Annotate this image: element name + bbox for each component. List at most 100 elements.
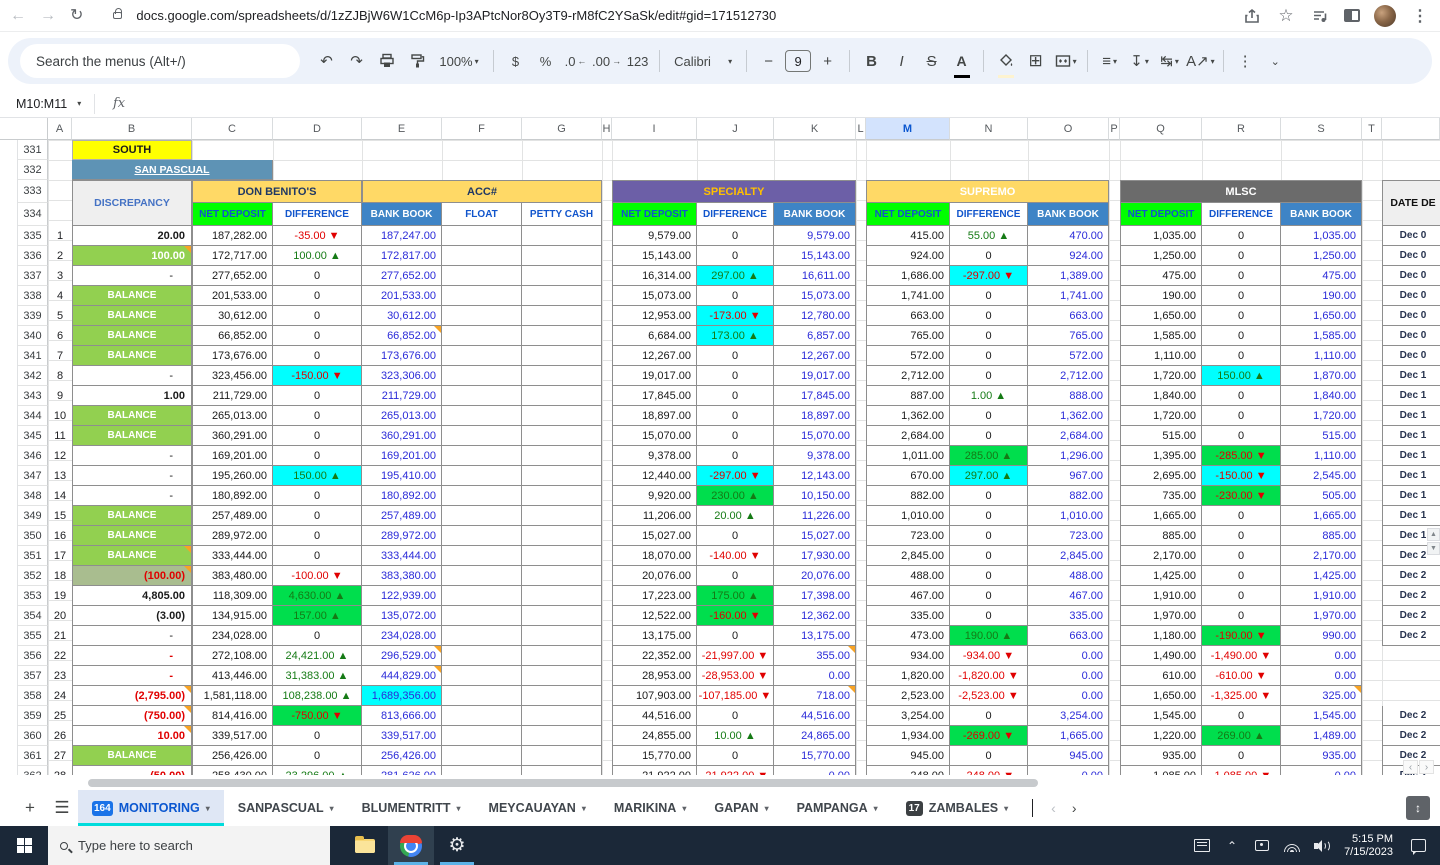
section-header-acc[interactable]: ACC# xyxy=(362,180,602,203)
cell-su-net-24[interactable]: 2,523.00 xyxy=(866,686,950,706)
cell-su-diff-1[interactable]: 55.00 ▲ xyxy=(950,226,1028,246)
cell-su-diff-17[interactable]: 0 xyxy=(950,546,1028,566)
section-header-don-benitos[interactable]: DON BENITO'S xyxy=(192,180,362,203)
news-widget-icon[interactable] xyxy=(1190,839,1214,852)
cell-ml-diff-20[interactable]: 0 xyxy=(1202,606,1281,626)
row-header-335[interactable]: 335 xyxy=(18,226,48,246)
cell-date-13[interactable]: Dec 1 xyxy=(1382,466,1440,486)
cell-sp-diff-3[interactable]: 297.00 ▲ xyxy=(697,266,774,286)
cell-petty-17[interactable] xyxy=(522,546,602,566)
cell-sp-bank-9[interactable]: 17,845.00 xyxy=(774,386,856,406)
cell-float-27[interactable] xyxy=(442,746,522,766)
cell-date-3[interactable]: Dec 0 xyxy=(1382,266,1440,286)
cell-sp-net-7[interactable]: 12,267.00 xyxy=(612,346,697,366)
cell-float-17[interactable] xyxy=(442,546,522,566)
cell-db-diff-14[interactable]: 0 xyxy=(273,486,362,506)
cell-date-19[interactable]: Dec 2 xyxy=(1382,586,1440,606)
cell-su-bank-17[interactable]: 2,845.00 xyxy=(1028,546,1109,566)
cell-float-12[interactable] xyxy=(442,446,522,466)
cell-sp-diff-26[interactable]: 10.00 ▲ xyxy=(697,726,774,746)
subheader-net-deposit-M[interactable]: NET DEPOSIT xyxy=(866,203,950,226)
cell-db-net-1[interactable]: 187,282.00 xyxy=(192,226,273,246)
subheader-difference-R[interactable]: DIFFERENCE xyxy=(1202,203,1281,226)
cell-ml-diff-12[interactable]: -285.00 ▼ xyxy=(1202,446,1281,466)
cell-sp-net-11[interactable]: 15,070.00 xyxy=(612,426,697,446)
cell-ml-bank-18[interactable]: 1,425.00 xyxy=(1281,566,1362,586)
cell-su-diff-19[interactable]: 0 xyxy=(950,586,1028,606)
decrease-decimal-button[interactable]: .0 ← xyxy=(562,47,589,75)
cell-db-bank-26[interactable]: 339,517.00 xyxy=(362,726,442,746)
cell-discrepancy-26[interactable]: 10.00 xyxy=(72,726,192,746)
cell-petty-10[interactable] xyxy=(522,406,602,426)
column-header-O[interactable]: O xyxy=(1028,118,1109,140)
cell-ml-net-7[interactable]: 1,110.00 xyxy=(1120,346,1202,366)
fill-color-button[interactable] xyxy=(992,47,1019,75)
cell-ml-net-28[interactable]: 1,085.00 xyxy=(1120,766,1202,775)
cell-su-diff-16[interactable]: 0 xyxy=(950,526,1028,546)
row-header-357[interactable]: 357 xyxy=(18,666,48,686)
cell-su-diff-15[interactable]: 0 xyxy=(950,506,1028,526)
cell-sp-diff-7[interactable]: 0 xyxy=(697,346,774,366)
start-button[interactable] xyxy=(0,826,48,865)
row-header-342[interactable]: 342 xyxy=(18,366,48,386)
cell-discrepancy-3[interactable]: - xyxy=(72,266,192,286)
cell-sp-bank-12[interactable]: 9,378.00 xyxy=(774,446,856,466)
side-panel-icon[interactable] xyxy=(1344,9,1360,22)
cell-sp-diff-25[interactable]: 0 xyxy=(697,706,774,726)
cell-sp-diff-14[interactable]: 230.00 ▲ xyxy=(697,486,774,506)
row-header-338[interactable]: 338 xyxy=(18,286,48,306)
cell-discrepancy-12[interactable]: - xyxy=(72,446,192,466)
cell-ml-bank-21[interactable]: 990.00 xyxy=(1281,626,1362,646)
cell-petty-18[interactable] xyxy=(522,566,602,586)
taskbar-search-input[interactable]: Type here to search xyxy=(48,826,330,865)
cell-su-diff-4[interactable]: 0 xyxy=(950,286,1028,306)
cell-su-net-11[interactable]: 2,684.00 xyxy=(866,426,950,446)
cell-db-bank-16[interactable]: 289,972.00 xyxy=(362,526,442,546)
cell-discrepancy-13[interactable]: - xyxy=(72,466,192,486)
cell-ml-bank-20[interactable]: 1,970.00 xyxy=(1281,606,1362,626)
cell-db-net-5[interactable]: 30,612.00 xyxy=(192,306,273,326)
cell-su-bank-25[interactable]: 3,254.00 xyxy=(1028,706,1109,726)
cell-ml-diff-7[interactable]: 0 xyxy=(1202,346,1281,366)
cell-ml-net-13[interactable]: 2,695.00 xyxy=(1120,466,1202,486)
cell-date-2[interactable]: Dec 0 xyxy=(1382,246,1440,266)
all-sheets-button[interactable]: ☰ xyxy=(46,792,78,824)
cell-ml-net-10[interactable]: 1,720.00 xyxy=(1120,406,1202,426)
cell-sp-net-28[interactable]: 21,922.00 xyxy=(612,766,697,775)
cell-float-4[interactable] xyxy=(442,286,522,306)
cell-date-6[interactable]: Dec 0 xyxy=(1382,326,1440,346)
share-icon[interactable] xyxy=(1242,6,1262,26)
taskbar-clock[interactable]: 5:15 PM 7/15/2023 xyxy=(1340,833,1397,859)
cell-sp-net-3[interactable]: 16,314.00 xyxy=(612,266,697,286)
row-header-356[interactable]: 356 xyxy=(18,646,48,666)
cell-sp-net-4[interactable]: 15,073.00 xyxy=(612,286,697,306)
row-header-358[interactable]: 358 xyxy=(18,686,48,706)
cell-db-net-2[interactable]: 172,717.00 xyxy=(192,246,273,266)
cell-db-bank-11[interactable]: 360,291.00 xyxy=(362,426,442,446)
cell-db-bank-6[interactable]: 66,852.00 xyxy=(362,326,442,346)
cell-sp-net-27[interactable]: 15,770.00 xyxy=(612,746,697,766)
cell-su-diff-12[interactable]: 285.00 ▲ xyxy=(950,446,1028,466)
cell-sp-diff-12[interactable]: 0 xyxy=(697,446,774,466)
cell-discrepancy-17[interactable]: BALANCE xyxy=(72,546,192,566)
row-header-354[interactable]: 354 xyxy=(18,606,48,626)
row-header-350[interactable]: 350 xyxy=(18,526,48,546)
row-header-361[interactable]: 361 xyxy=(18,746,48,766)
cell-su-bank-20[interactable]: 335.00 xyxy=(1028,606,1109,626)
cell-db-diff-1[interactable]: -35.00 ▼ xyxy=(273,226,362,246)
cell-sp-bank-16[interactable]: 15,027.00 xyxy=(774,526,856,546)
cell-ml-bank-2[interactable]: 1,250.00 xyxy=(1281,246,1362,266)
cell-petty-1[interactable] xyxy=(522,226,602,246)
cell-sp-bank-4[interactable]: 15,073.00 xyxy=(774,286,856,306)
cell-discrepancy-9[interactable]: 1.00 xyxy=(72,386,192,406)
cell-ml-net-11[interactable]: 515.00 xyxy=(1120,426,1202,446)
cell-sp-bank-7[interactable]: 12,267.00 xyxy=(774,346,856,366)
cell-su-diff-24[interactable]: -2,523.00 ▼ xyxy=(950,686,1028,706)
column-header-S[interactable]: S xyxy=(1281,118,1362,140)
volume-icon[interactable] xyxy=(1310,839,1334,852)
cell-sp-net-20[interactable]: 12,522.00 xyxy=(612,606,697,626)
cell-sp-bank-13[interactable]: 12,143.00 xyxy=(774,466,856,486)
increase-font-size-button[interactable]: + xyxy=(814,47,841,75)
cell-discrepancy-28[interactable]: (50.00) xyxy=(72,766,192,775)
cell-su-diff-25[interactable]: 0 xyxy=(950,706,1028,726)
